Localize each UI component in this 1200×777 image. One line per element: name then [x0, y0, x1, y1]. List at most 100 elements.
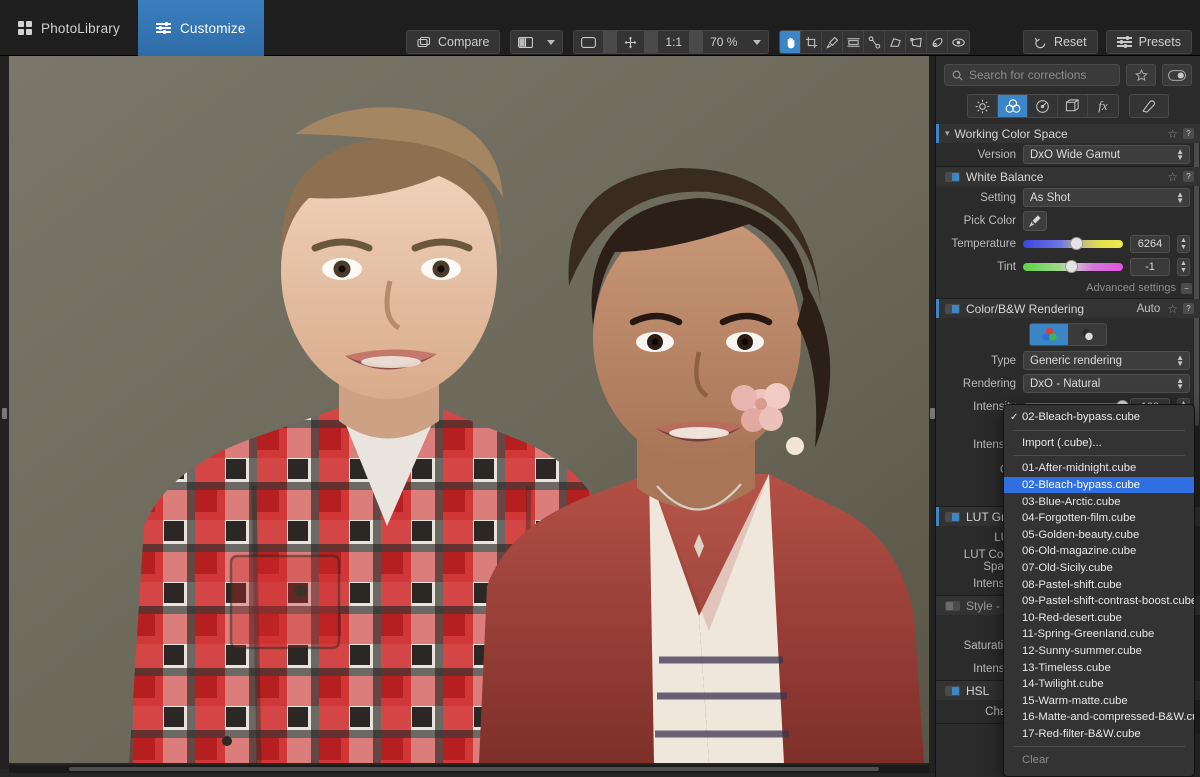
wb-setting-select[interactable]: As Shot ▲ ▼ [1023, 188, 1190, 207]
geometry-palette-icon[interactable] [1058, 95, 1088, 117]
section-accent-bar [936, 596, 939, 615]
perspective-tool[interactable] [885, 31, 907, 53]
section-toggle[interactable] [945, 685, 960, 696]
tint-stepper[interactable]: ▲ ▼ [1177, 257, 1190, 276]
menu-separator [1013, 429, 1185, 431]
move-icon[interactable] [617, 31, 644, 53]
image-viewer[interactable] [9, 56, 935, 763]
auto-label[interactable]: Auto [1137, 303, 1161, 315]
collapse-icon[interactable]: − [1181, 282, 1192, 294]
repair-tool[interactable] [927, 31, 949, 53]
hand-tool[interactable] [780, 31, 802, 53]
section-toggle[interactable] [945, 171, 960, 182]
menu-item[interactable]: 12-Sunny-summer.cube [1004, 643, 1194, 660]
menu-item[interactable]: 06-Old-magazine.cube [1004, 543, 1194, 560]
fit-to-screen-button[interactable] [574, 31, 603, 53]
color-mode-button[interactable] [1030, 324, 1068, 345]
preview-eye-tool[interactable] [948, 31, 969, 53]
horizontal-scrollbar-thumb[interactable] [69, 767, 879, 771]
menu-item[interactable]: 09-Pastel-shift-contrast-boost.cube [1004, 593, 1194, 610]
temperature-slider[interactable] [1023, 237, 1123, 250]
zoom-level-select[interactable]: 70 % [703, 31, 768, 53]
crop-tool[interactable] [801, 31, 823, 53]
menu-item[interactable]: 16-Matte-and-compressed-B&W.cube [1004, 709, 1194, 726]
menu-item[interactable]: 13-Timeless.cube [1004, 659, 1194, 676]
lut-file-dropdown[interactable]: 02-Bleach-bypass.cube Import (.cube)... … [1003, 404, 1195, 777]
effects-palette-icon[interactable]: fx [1088, 95, 1118, 117]
detail-palette-icon[interactable] [1028, 95, 1058, 117]
chevron-down-icon [547, 39, 556, 45]
eyedropper-tool[interactable] [822, 31, 844, 53]
menu-item[interactable]: 05-Golden-beauty.cube [1004, 527, 1194, 544]
star-icon[interactable]: ☆ [1167, 170, 1178, 184]
help-icon[interactable]: ? [1183, 303, 1194, 314]
menu-item[interactable]: 01-After-midnight.cube [1004, 460, 1194, 477]
panel-divider-handle[interactable] [929, 408, 935, 419]
bw-mode-button[interactable] [1068, 324, 1106, 345]
star-icon [1134, 68, 1148, 81]
palette-row: fx [936, 92, 1200, 124]
keystone-tool[interactable] [906, 31, 928, 53]
control-point-tool[interactable] [864, 31, 886, 53]
menu-item-selected[interactable]: 02-Bleach-bypass.cube [1004, 476, 1194, 494]
palette-group: fx [967, 94, 1119, 118]
section-toggle[interactable] [945, 600, 960, 611]
favorites-button[interactable] [1126, 64, 1156, 86]
row-setting: Setting As Shot ▲ ▼ [936, 186, 1200, 209]
menu-item[interactable]: 04-Forgotten-film.cube [1004, 510, 1194, 527]
menu-item[interactable]: 17-Red-filter-B&W.cube [1004, 726, 1194, 743]
section-header[interactable]: Color/B&W Rendering Auto ☆ ? [936, 299, 1200, 318]
menu-item[interactable]: 08-Pastel-shift.cube [1004, 576, 1194, 593]
toggle-all-button[interactable] [1162, 64, 1192, 86]
presets-button[interactable]: Presets [1105, 30, 1192, 54]
local-adjustments-icon[interactable] [1130, 95, 1168, 117]
horizontal-scrollbar[interactable] [9, 765, 935, 773]
menu-item[interactable]: 15-Warm-matte.cube [1004, 693, 1194, 710]
star-icon[interactable]: ☆ [1167, 127, 1178, 141]
section-header[interactable]: White Balance ☆ ? [936, 167, 1200, 186]
menu-item-clear[interactable]: Clear [1004, 751, 1194, 768]
tint-value[interactable]: -1 [1130, 257, 1170, 276]
menu-item[interactable]: 10-Red-desert.cube [1004, 610, 1194, 627]
tint-slider-knob[interactable] [1065, 260, 1078, 273]
section-toggle[interactable] [945, 303, 960, 314]
split-view-icon[interactable] [511, 31, 540, 53]
left-panel-drag-handle[interactable] [2, 408, 7, 419]
temperature-value[interactable]: 6264 [1130, 234, 1170, 253]
zoom-group: 1:1 70 % [573, 30, 770, 54]
tab-photolibrary[interactable]: PhotoLibrary [0, 0, 138, 56]
version-value: DxO Wide Gamut [1030, 148, 1121, 161]
help-icon[interactable]: ? [1183, 128, 1194, 139]
left-panel-collapsed[interactable] [0, 56, 9, 769]
advanced-settings-row[interactable]: Advanced settings − [936, 278, 1200, 298]
row-label: Type [991, 354, 1016, 367]
menu-item[interactable]: 11-Spring-Greenland.cube [1004, 626, 1194, 643]
chevron-down-icon[interactable]: ▾ [945, 128, 950, 139]
rendering-select[interactable]: DxO - Natural ▲ ▼ [1023, 374, 1190, 393]
light-palette-icon[interactable] [968, 95, 998, 117]
section-toggle[interactable] [945, 511, 960, 522]
menu-item[interactable]: 03-Blue-Arctic.cube [1004, 493, 1194, 510]
section-header[interactable]: ▾ Working Color Space ☆ ? [936, 124, 1200, 143]
top-right-tools: Reset Presets [1022, 30, 1192, 54]
horizon-tool[interactable] [843, 31, 865, 53]
version-select[interactable]: DxO Wide Gamut ▲ ▼ [1023, 145, 1190, 164]
star-icon[interactable]: ☆ [1167, 302, 1178, 316]
menu-item[interactable]: 14-Twilight.cube [1004, 676, 1194, 693]
compare-button[interactable]: Compare [406, 30, 501, 54]
tint-slider[interactable] [1023, 260, 1123, 273]
zoom-1to1-button[interactable]: 1:1 [658, 31, 689, 53]
menu-current-value[interactable]: 02-Bleach-bypass.cube [1004, 409, 1194, 426]
search-input[interactable]: Search for corrections [944, 64, 1120, 86]
reset-button[interactable]: Reset [1022, 30, 1098, 54]
tab-customize[interactable]: Customize [137, 0, 264, 56]
color-palette-icon[interactable] [998, 95, 1028, 117]
temperature-stepper[interactable]: ▲ ▼ [1177, 234, 1190, 253]
view-mode-caret[interactable] [540, 31, 562, 53]
help-icon[interactable]: ? [1183, 171, 1194, 182]
pick-color-button[interactable] [1023, 210, 1047, 231]
temperature-slider-knob[interactable] [1070, 237, 1083, 250]
menu-item[interactable]: 07-Old-Sicily.cube [1004, 560, 1194, 577]
menu-item-import[interactable]: Import (.cube)... [1004, 435, 1194, 452]
rendering-type-select[interactable]: Generic rendering ▲ ▼ [1023, 351, 1190, 370]
